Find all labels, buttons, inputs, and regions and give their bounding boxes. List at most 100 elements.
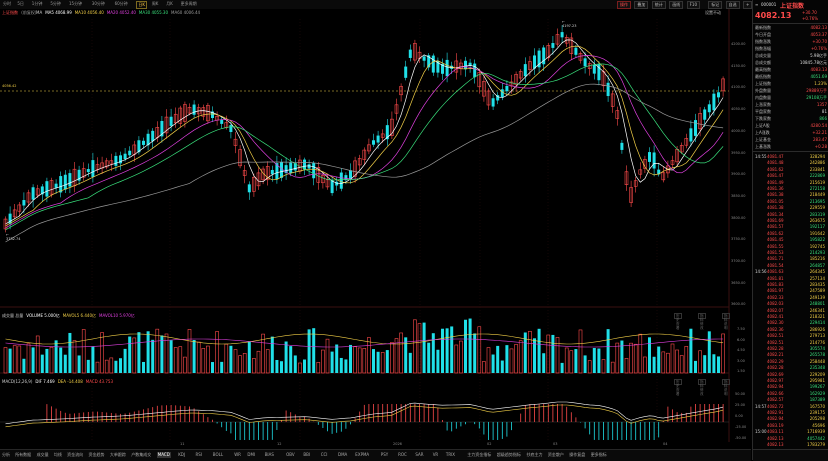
indicator-tab[interactable]: 更多指标: [591, 452, 607, 458]
candle-body: [247, 184, 251, 193]
stat-row: 上涨家数 1357: [755, 102, 827, 108]
indicator-tab[interactable]: ROC: [398, 452, 407, 458]
indicator-tab[interactable]: 分析: [2, 452, 10, 458]
indicator-tab[interactable]: 均线: [54, 452, 62, 458]
stat-value: +0.28: [814, 144, 827, 149]
panel-button[interactable]: 指标说明: [722, 379, 730, 396]
panel-button[interactable]: 历史查看: [674, 379, 682, 396]
indicator-tab[interactable]: 操作复盘: [569, 452, 585, 458]
indicator-tab[interactable]: 户数集成交: [131, 452, 151, 458]
volume-bar: [376, 351, 380, 373]
indicator-tab[interactable]: VR: [433, 452, 439, 458]
tick-row: 4081.57 192117: [755, 224, 827, 230]
indicator-tab[interactable]: 主力资金指标: [467, 452, 491, 458]
indicator-tab[interactable]: EXPMA: [355, 452, 369, 458]
candle-body: [59, 176, 63, 193]
ma-legend-item: MA: [36, 10, 43, 15]
adjust-mode[interactable]: (前复权): [21, 10, 36, 15]
indicator-tab[interactable]: BIAS: [265, 452, 274, 458]
period-tab[interactable]: 5日: [16, 1, 25, 7]
tick-row: 4082.51 214776: [755, 340, 827, 346]
indicator-tab[interactable]: TRIX: [446, 452, 455, 458]
period-tab[interactable]: 15分钟: [68, 1, 83, 7]
stat-value: 4083.13: [810, 67, 827, 72]
indicator-tab[interactable]: 资金趋势: [89, 452, 105, 458]
settings-link[interactable]: 设置不动: [705, 10, 721, 16]
panel-button[interactable]: 历史查看: [674, 313, 682, 330]
latest-price: 4082.13: [755, 11, 792, 20]
tick-price: 4081.38: [767, 205, 784, 211]
candle-body: [500, 89, 504, 98]
indicator-tab[interactable]: DMA: [338, 452, 347, 458]
panel-button[interactable]: 指标修改: [698, 379, 706, 396]
volume-bar: [192, 339, 196, 373]
panel-button[interactable]: 指标修改: [698, 313, 706, 330]
tick-volume: 213695: [809, 198, 825, 204]
volume-bar: [694, 360, 697, 373]
toolbar-button[interactable]: 叠加: [634, 1, 649, 9]
volume-bar: [151, 339, 155, 373]
period-tab[interactable]: 5分钟: [49, 1, 62, 7]
toolbar-button[interactable]: 自选: [725, 1, 740, 9]
tick-volume: 192745: [809, 243, 825, 249]
quote-menu-icon[interactable]: ≡: [755, 2, 758, 7]
indicator-tab[interactable]: 抄底主力: [527, 452, 543, 458]
panel-button[interactable]: 指标说明: [722, 313, 730, 330]
price-axis-label: 3850.00: [731, 193, 746, 198]
indicator-tab[interactable]: PSY: [381, 452, 388, 458]
indicator-tab[interactable]: WR: [234, 452, 241, 458]
tick-volume: 218321: [809, 314, 825, 319]
volume-bar: [592, 347, 596, 373]
volume-bar: [464, 319, 467, 373]
toolbar-button[interactable]: 画线: [669, 1, 684, 9]
macd-legend-item: MACD 43.753: [85, 379, 114, 384]
period-tab[interactable]: 分时: [2, 1, 12, 7]
toolbar-button[interactable]: 统计: [651, 1, 666, 9]
period-tab[interactable]: 1分钟: [31, 1, 44, 7]
stat-row: 最高指数 4083.13: [755, 67, 827, 73]
indicator-tab[interactable]: BBI: [303, 452, 310, 458]
toolbar-button[interactable]: F10: [686, 1, 700, 9]
stat-label: 上涨家数: [755, 102, 771, 107]
indicator-tab[interactable]: 资金散户: [548, 452, 564, 458]
date-axis-label: 11: [180, 442, 185, 446]
tick-volume: 192117: [809, 224, 825, 230]
indicator-tab[interactable]: 所有数据: [15, 452, 31, 458]
volume-bar: [119, 358, 122, 373]
candle-body: [54, 183, 58, 188]
period-tab[interactable]: 日K: [136, 1, 148, 9]
toolbar-button[interactable]: 操作: [617, 1, 631, 9]
indicator-tab[interactable]: DMI: [247, 452, 255, 458]
indicator-tab[interactable]: 资金流向: [67, 452, 83, 458]
tick-volume: 257134: [809, 275, 825, 281]
period-tab[interactable]: 30分钟: [91, 1, 106, 7]
tick-price: 4081.97: [767, 288, 784, 294]
indicator-tab[interactable]: 超级趋势指标: [497, 452, 521, 458]
period-tab[interactable]: 更多周期: [180, 1, 198, 7]
tick-row: 4082.28 305574: [755, 346, 827, 352]
indicator-tab[interactable]: RSI: [196, 452, 203, 458]
indicator-tab[interactable]: CCI: [321, 452, 328, 458]
toolbar-button[interactable]: +: [743, 1, 753, 9]
volume-legend: 成交量 总量 VOLUME 5.000亿 MAVOL5 6.440亿 MAVOL10 …: [2, 313, 138, 319]
tick-volume: 283319: [809, 211, 825, 217]
volume-bar: [606, 329, 610, 373]
indicator-tab[interactable]: MACD: [156, 452, 171, 458]
toolbar-button[interactable]: 标记: [708, 1, 723, 9]
tick-price: 4082.94: [767, 416, 784, 422]
tick-volume: 45696: [812, 422, 825, 428]
indicator-tab[interactable]: SAR: [415, 452, 423, 458]
volume-bar: [427, 342, 431, 373]
indicator-tab[interactable]: 成交量: [37, 452, 49, 458]
indicator-tab[interactable]: BOLL: [213, 452, 223, 458]
date-axis-label: 2026: [393, 442, 402, 446]
indicator-tab[interactable]: KDJ: [178, 452, 185, 458]
period-tab[interactable]: 月K: [165, 1, 174, 7]
indicator-tab[interactable]: OBV: [286, 452, 295, 458]
volume-bar: [86, 359, 90, 373]
period-tab[interactable]: 60分钟: [114, 1, 129, 7]
period-tab[interactable]: 周K: [151, 1, 160, 7]
indicator-tab[interactable]: 大单跟踪: [110, 452, 126, 458]
stat-row: 最新指数 4082.13: [755, 25, 827, 31]
tick-volume: 229559: [809, 205, 825, 211]
